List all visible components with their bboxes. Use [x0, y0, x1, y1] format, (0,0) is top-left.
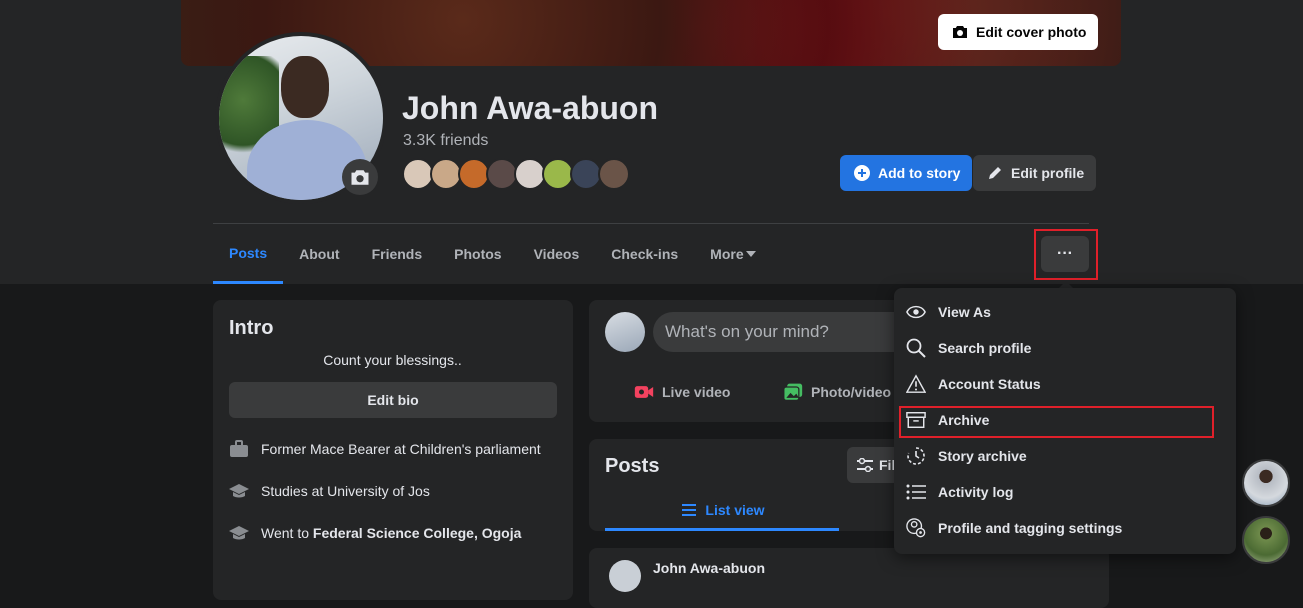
highlight-box-archive [899, 406, 1214, 438]
went-to-prefix: Went to [261, 525, 313, 541]
plus-circle-icon [852, 163, 872, 183]
tab-videos[interactable]: Videos [518, 224, 596, 284]
tab-friends[interactable]: Friends [356, 224, 439, 284]
menu-item-activity-log[interactable]: Activity log [906, 474, 1013, 510]
tab-photos[interactable]: Photos [438, 224, 517, 284]
chat-head-avatar[interactable] [1242, 516, 1290, 564]
list-view-tab[interactable]: List view [605, 491, 839, 531]
profile-settings-icon [906, 518, 926, 538]
intro-item-studies: Studies at University of Jos [229, 481, 430, 501]
bio-text: Count your blessings.. [323, 352, 462, 368]
edit-profile-label: Edit profile [1011, 165, 1085, 181]
edit-bio-button[interactable]: Edit bio [229, 382, 557, 418]
graduation-cap-icon [229, 481, 249, 501]
live-video-icon [634, 382, 654, 402]
friends-count-link[interactable]: 3.3K friends [403, 132, 488, 150]
photo-video-icon [783, 382, 803, 402]
list-view-label: List view [705, 501, 765, 518]
intro-item-went-to: Went to Federal Science College, Ogoja [229, 523, 521, 543]
intro-card: Intro Count your blessings.. Edit bio Fo… [213, 300, 573, 600]
search-icon [906, 338, 926, 358]
composer-avatar[interactable] [605, 312, 645, 352]
add-to-story-label: Add to story [878, 165, 961, 181]
live-video-label: Live video [662, 384, 731, 400]
posts-title: Posts [605, 455, 660, 477]
menu-item-search-profile[interactable]: Search profile [906, 330, 1031, 366]
list-icon [679, 500, 699, 520]
profile-name: John Awa-abuon [402, 90, 658, 126]
pencil-icon [985, 163, 1005, 183]
profile-tabs: Posts About Friends Photos Videos Check-… [213, 224, 774, 284]
eye-icon [906, 302, 926, 322]
live-video-button[interactable]: Live video [634, 382, 730, 402]
photo-video-button[interactable]: Photo/video [783, 382, 891, 402]
intro-item-studies-text: Studies at University of Jos [261, 483, 430, 499]
intro-item-work-text: Former Mace Bearer at Children's parliam… [261, 441, 541, 457]
edit-profile-button[interactable]: Edit profile [973, 155, 1097, 191]
tab-posts[interactable]: Posts [213, 224, 284, 284]
tab-about[interactable]: About [283, 224, 355, 284]
camera-icon [350, 167, 370, 187]
update-profile-picture-button[interactable] [342, 159, 378, 195]
highlight-box-more-options [1034, 229, 1098, 280]
menu-item-account-status[interactable]: Account Status [906, 366, 1041, 402]
menu-item-label: Story archive [938, 448, 1027, 464]
intro-item-went-to-text: Went to Federal Science College, Ogoja [261, 525, 521, 541]
caret-down-icon [744, 244, 758, 264]
school-link[interactable]: Federal Science College, Ogoja [313, 525, 522, 541]
briefcase-icon [229, 439, 249, 459]
menu-item-view-as[interactable]: View As [906, 294, 991, 330]
tab-more-label: More [710, 246, 744, 262]
list-icon [906, 482, 926, 502]
menu-item-label: Account Status [938, 376, 1041, 392]
intro-item-work: Former Mace Bearer at Children's parliam… [229, 439, 541, 459]
post-author-avatar[interactable] [609, 560, 641, 592]
graduation-cap-icon [229, 523, 249, 543]
friend-avatar[interactable] [598, 158, 630, 190]
filter-sliders-icon [857, 455, 873, 475]
menu-item-label: View As [938, 304, 991, 320]
edit-cover-photo-label: Edit cover photo [976, 24, 1087, 40]
edit-cover-photo-button[interactable]: Edit cover photo [938, 14, 1099, 50]
post-card: John Awa-abuon [589, 548, 1109, 608]
tab-check-ins[interactable]: Check-ins [595, 224, 694, 284]
menu-item-label: Search profile [938, 340, 1032, 356]
friend-avatars[interactable] [402, 158, 630, 190]
photo-video-label: Photo/video [811, 384, 892, 400]
intro-title: Intro [229, 317, 274, 339]
camera-icon [950, 22, 970, 42]
post-author-name[interactable]: John Awa-abuon [653, 560, 765, 576]
story-archive-icon [906, 446, 926, 466]
menu-item-profile-tagging-settings[interactable]: Profile and tagging settings [906, 510, 1122, 546]
menu-item-label: Profile and tagging settings [938, 520, 1123, 536]
menu-item-story-archive[interactable]: Story archive [906, 438, 1027, 474]
warning-icon [906, 374, 926, 394]
add-to-story-button[interactable]: Add to story [840, 155, 973, 191]
menu-item-label: Activity log [938, 484, 1014, 500]
tab-more[interactable]: More [694, 224, 773, 284]
chat-head-avatar[interactable] [1242, 459, 1290, 507]
